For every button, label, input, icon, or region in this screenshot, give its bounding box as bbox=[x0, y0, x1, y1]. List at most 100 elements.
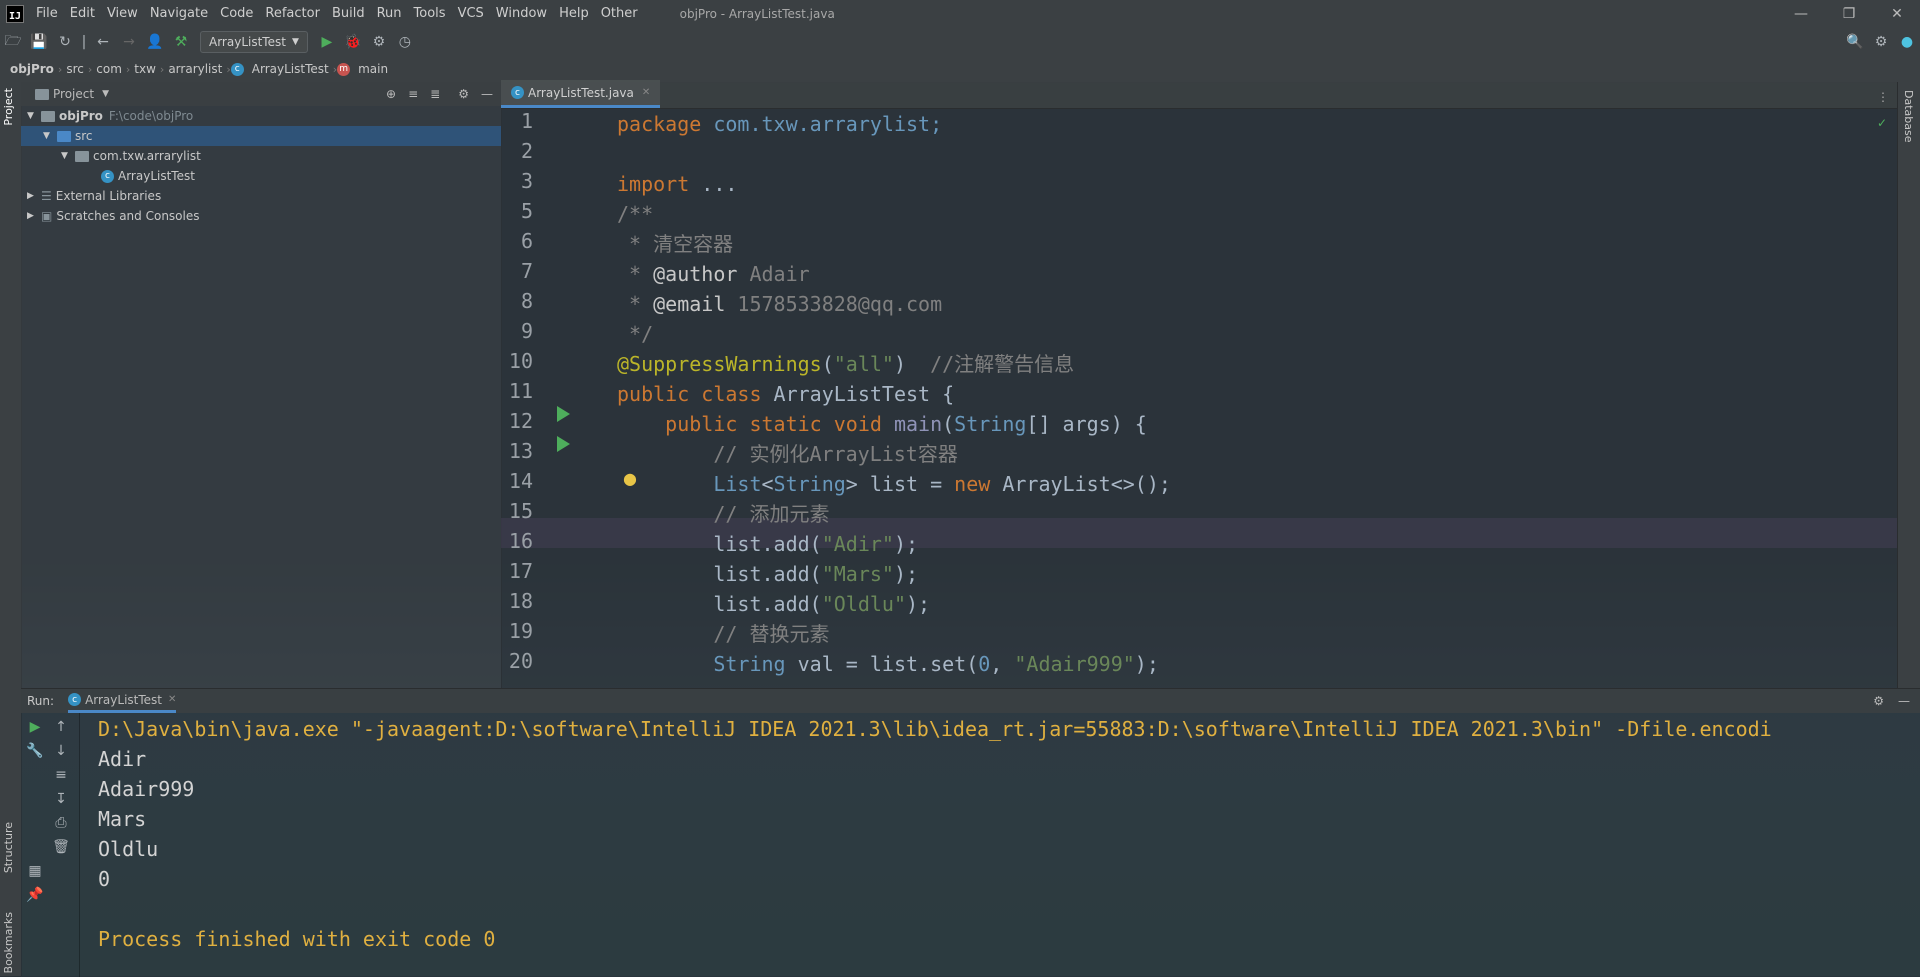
tree-item-package[interactable]: ▼ com.txw.arrarylist bbox=[21, 146, 501, 166]
structure-tool-tab[interactable]: Structure bbox=[2, 822, 15, 873]
back-icon[interactable]: ← bbox=[90, 28, 116, 56]
gear-icon[interactable]: ⚙ bbox=[458, 87, 469, 101]
folder-icon bbox=[41, 110, 55, 122]
project-panel-title[interactable]: Project bbox=[53, 87, 94, 101]
breadcrumb-class[interactable]: ArrayListTest bbox=[248, 62, 333, 76]
print-icon[interactable]: ⎙ bbox=[51, 813, 71, 833]
profiler-icon[interactable]: ◷ bbox=[392, 28, 418, 56]
expand-all-icon[interactable]: ≡ bbox=[408, 87, 418, 101]
scroll-to-end-icon[interactable]: ↧ bbox=[51, 789, 71, 809]
tree-item-objpro[interactable]: ▼ objPro F:\code\objPro bbox=[21, 106, 501, 126]
line-number: 11 bbox=[508, 379, 533, 403]
restore-button[interactable]: ❐ bbox=[1826, 0, 1872, 28]
run-configuration-select[interactable]: ArrayListTest ▼ bbox=[200, 31, 308, 53]
inspection-ok-icon[interactable]: ✓ bbox=[1877, 116, 1887, 130]
hide-icon[interactable]: — bbox=[481, 87, 493, 101]
rerun-icon[interactable]: ▶ bbox=[25, 717, 45, 737]
open-folder-icon[interactable]: 🗁 bbox=[0, 28, 26, 56]
code-token: List bbox=[617, 472, 762, 496]
more-options-icon[interactable]: ⋮ bbox=[1877, 90, 1889, 104]
console-output[interactable]: D:\Java\bin\java.exe "-javaagent:D:\soft… bbox=[98, 713, 1918, 977]
code-line-3: import ... bbox=[617, 169, 737, 199]
sync-icon[interactable]: ↻ bbox=[52, 28, 78, 56]
layout-icon[interactable]: ▦ bbox=[25, 861, 45, 881]
menu-other[interactable]: Other bbox=[595, 0, 644, 28]
scroll-down-icon[interactable]: ↓ bbox=[51, 741, 71, 761]
breadcrumb-txw[interactable]: txw bbox=[130, 62, 160, 76]
user-icon[interactable]: 👤 bbox=[142, 28, 168, 56]
tree-item-label: External Libraries bbox=[55, 189, 162, 203]
chevron-down-icon: ▼ bbox=[61, 151, 68, 161]
tree-item-scratches[interactable]: ▶ ▣ Scratches and Consoles bbox=[21, 206, 501, 226]
save-icon[interactable]: 💾 bbox=[26, 28, 52, 56]
search-icon[interactable]: 🔍 bbox=[1842, 28, 1868, 56]
menu-code[interactable]: Code bbox=[214, 0, 259, 28]
line-number: 15 bbox=[508, 499, 533, 523]
source-folder-icon bbox=[57, 130, 71, 142]
project-tool-tab[interactable]: Project bbox=[2, 88, 15, 126]
collapse-all-icon[interactable]: ≣ bbox=[430, 87, 440, 101]
tree-item-class[interactable]: c ArrayListTest bbox=[21, 166, 501, 186]
wrench-icon[interactable]: 🔧 bbox=[25, 741, 45, 761]
breadcrumb-method[interactable]: main bbox=[354, 62, 392, 76]
forward-icon[interactable]: → bbox=[116, 28, 142, 56]
tree-item-external-libraries[interactable]: ▶ ☰ External Libraries bbox=[21, 186, 501, 206]
locate-icon[interactable]: ⊕ bbox=[386, 87, 396, 101]
intellij-logo-icon[interactable]: IJ bbox=[6, 5, 24, 23]
code-line-20: String val = list.set(0, "Adair999"); bbox=[617, 649, 1159, 679]
chevron-down-icon: ▼ bbox=[27, 111, 34, 121]
menu-vcs[interactable]: VCS bbox=[452, 0, 490, 28]
run-method-gutter-icon[interactable] bbox=[557, 436, 570, 452]
line-number: 1 bbox=[520, 109, 533, 133]
menu-window[interactable]: Window bbox=[490, 0, 553, 28]
breadcrumb-project[interactable]: objPro bbox=[0, 62, 58, 76]
settings-gear-icon[interactable]: ⚙ bbox=[1868, 28, 1894, 56]
menu-run[interactable]: Run bbox=[371, 0, 408, 28]
menu-tools[interactable]: Tools bbox=[408, 0, 452, 28]
menu-navigate[interactable]: Navigate bbox=[144, 0, 214, 28]
folded-imports[interactable]: ... bbox=[689, 172, 737, 196]
menu-edit[interactable]: Edit bbox=[64, 0, 101, 28]
code-token: [] args) { bbox=[1026, 412, 1147, 436]
plugin-icon[interactable]: ● bbox=[1894, 28, 1920, 56]
menu-refactor[interactable]: Refactor bbox=[259, 0, 326, 28]
code-line-19: // 替换元素 bbox=[617, 622, 830, 646]
run-tab-arraylisttest[interactable]: c ArrayListTest ✕ bbox=[68, 689, 177, 713]
code-token: String bbox=[617, 652, 786, 676]
close-tab-icon[interactable]: ✕ bbox=[642, 87, 650, 98]
menu-build[interactable]: Build bbox=[326, 0, 371, 28]
chevron-down-icon[interactable]: ▼ bbox=[102, 89, 109, 99]
bookmarks-tool-tab[interactable]: Bookmarks bbox=[2, 912, 15, 973]
soft-wrap-icon[interactable]: ≡ bbox=[51, 765, 71, 785]
pin-icon[interactable]: 📌 bbox=[25, 885, 45, 905]
left-tool-stripe: Project Structure Bookmarks bbox=[0, 82, 22, 976]
build-hammer-icon[interactable]: ⚒ bbox=[168, 28, 194, 56]
breadcrumb-src[interactable]: src bbox=[62, 62, 88, 76]
close-tab-icon[interactable]: ✕ bbox=[168, 694, 176, 705]
code-token: * bbox=[617, 292, 654, 316]
clear-trash-icon[interactable]: 🗑 bbox=[51, 837, 71, 857]
gear-icon[interactable]: ⚙ bbox=[1873, 694, 1884, 708]
code-token: import bbox=[617, 172, 690, 196]
breadcrumb-package[interactable]: arrarylist bbox=[164, 62, 226, 76]
editor-tab-arraylisttest[interactable]: c ArrayListTest.java ✕ bbox=[501, 80, 661, 108]
menu-help[interactable]: Help bbox=[553, 0, 595, 28]
coverage-icon[interactable]: ⚙ bbox=[366, 28, 392, 56]
menu-file[interactable]: File bbox=[30, 0, 64, 28]
breadcrumb-com[interactable]: com bbox=[92, 62, 126, 76]
minimize-button[interactable]: — bbox=[1778, 0, 1824, 28]
code-area[interactable]: package com.txw.arrarylist; import ... /… bbox=[617, 109, 1877, 688]
hide-icon[interactable]: — bbox=[1898, 694, 1910, 708]
line-number: 13 bbox=[508, 439, 533, 463]
scroll-up-icon[interactable]: ↑ bbox=[51, 717, 71, 737]
code-token: 0 bbox=[978, 652, 991, 676]
line-number: 17 bbox=[508, 559, 533, 583]
database-tool-tab[interactable]: Database bbox=[1902, 90, 1915, 143]
run-icon[interactable]: ▶ bbox=[314, 28, 340, 56]
menu-view[interactable]: View bbox=[101, 0, 144, 28]
close-button[interactable]: ✕ bbox=[1874, 0, 1920, 28]
debug-icon[interactable]: 🐞 bbox=[340, 28, 366, 56]
project-panel: Project ▼ ⊕ ≡ ≣ ⚙ — ▼ objPro F:\code\obj… bbox=[21, 82, 502, 688]
run-class-gutter-icon[interactable] bbox=[557, 406, 570, 422]
tree-item-src[interactable]: ▼ src bbox=[21, 126, 501, 146]
